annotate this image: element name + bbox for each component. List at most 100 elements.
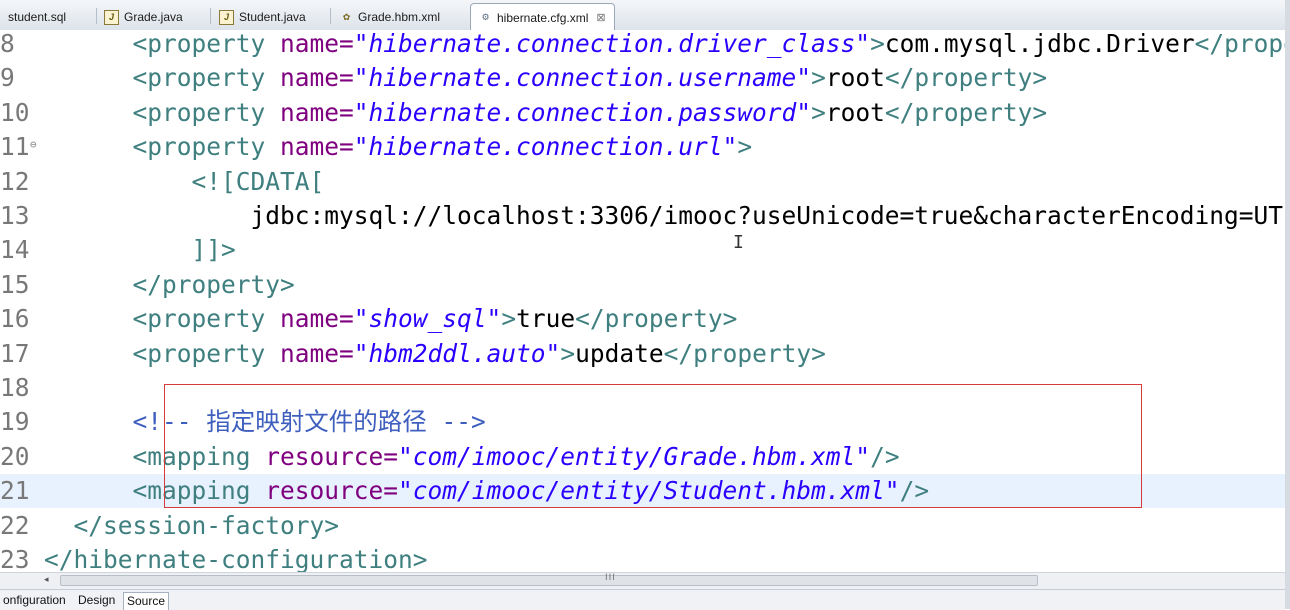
code-line[interactable]: 15 </property> bbox=[0, 268, 1285, 302]
token-attr: name= bbox=[280, 338, 354, 368]
fold-toggle-icon[interactable]: ⊖ bbox=[30, 130, 37, 160]
token-tag: > bbox=[811, 97, 826, 127]
line-number: 14 bbox=[0, 235, 30, 265]
token-val: "com/imooc/entity/Grade.hbm.xml" bbox=[398, 441, 871, 471]
code-text: <mapping resource="com/imooc/entity/Grad… bbox=[44, 440, 900, 474]
token-tag: > bbox=[501, 304, 517, 334]
scroll-thumb[interactable]: III bbox=[60, 573, 1038, 586]
token-val: "hibernate.connection.username" bbox=[353, 63, 812, 93]
scroll-left-icon[interactable]: ◂ bbox=[44, 575, 49, 585]
tab-grade-hbm-xml[interactable]: ✿ Grade.hbm.xml bbox=[340, 4, 440, 30]
token-tag: </property> bbox=[132, 269, 295, 299]
line-number: 22 bbox=[0, 510, 30, 540]
code-line[interactable]: 17 <property name="hbm2ddl.auto">update<… bbox=[0, 337, 1285, 371]
token-tag: > bbox=[560, 338, 576, 368]
token-tag: > bbox=[737, 132, 753, 162]
java-file-icon: J bbox=[219, 9, 234, 25]
window-edge bbox=[1285, 0, 1290, 609]
hbm-file-icon: ✿ bbox=[342, 11, 351, 22]
token-val: "hibernate.connection.url" bbox=[353, 132, 738, 162]
token-tag: </property> bbox=[884, 63, 1048, 93]
code-text: <property name="hbm2ddl.auto">update</pr… bbox=[44, 337, 826, 371]
code-line[interactable]: 14 ]]> bbox=[0, 233, 1285, 267]
code-line[interactable]: 22 </session-factory> bbox=[0, 509, 1285, 543]
code-line[interactable]: 21 <mapping resource="com/imooc/entity/S… bbox=[0, 474, 1285, 509]
token-attr: name= bbox=[280, 30, 354, 58]
token-txt: com.mysql.jdbc.Driver bbox=[884, 30, 1195, 58]
tab-separator bbox=[330, 8, 331, 24]
code-text: </session-factory> bbox=[44, 509, 340, 543]
line-number: 9 bbox=[0, 63, 15, 93]
line-number: 20 bbox=[0, 441, 30, 471]
token-tag: ]]> bbox=[191, 235, 236, 265]
token-attr: name= bbox=[280, 132, 354, 162]
code-line[interactable]: 11 ⊖ <property name="hibernate.connection… bbox=[0, 130, 1285, 164]
token-attr: name= bbox=[280, 63, 354, 93]
token-tag: > bbox=[870, 30, 885, 58]
code-text: jdbc:mysql://localhost:3306/imooc?useUni… bbox=[44, 199, 1285, 233]
line-number: 11 bbox=[0, 132, 30, 162]
code-line[interactable]: 18 bbox=[0, 371, 1285, 405]
text-cursor-icon: I bbox=[733, 232, 744, 253]
code-text: <!-- 指定映射文件的路径 --> bbox=[44, 405, 486, 439]
token-tag: </hibernate-configuration> bbox=[44, 545, 428, 572]
tab-student-java[interactable]: J Student.java bbox=[219, 4, 306, 30]
token-tag: <mapping bbox=[132, 476, 266, 506]
tab-label: Grade.hbm.xml bbox=[358, 10, 441, 24]
tab-hibernate-cfg-xml[interactable]: ⚙ hibernate.cfg.xml ⊠ bbox=[470, 3, 615, 31]
tab-label: Student.java bbox=[239, 10, 306, 24]
token-txt: jdbc:mysql://localhost:3306/imooc?useUni… bbox=[250, 201, 1285, 230]
code-line[interactable]: 12 <![CDATA[ bbox=[0, 165, 1285, 199]
token-tag: </property> bbox=[575, 304, 738, 334]
code-line[interactable]: 20 <mapping resource="com/imooc/entity/G… bbox=[0, 440, 1285, 474]
code-text: </property> bbox=[44, 268, 295, 302]
tab-student-sql[interactable]: student.sql bbox=[0, 4, 66, 30]
tab-label: hibernate.cfg.xml bbox=[497, 10, 589, 25]
code-line[interactable]: 23 </hibernate-configuration> bbox=[0, 543, 1285, 572]
xml-source-editor[interactable]: 8 <property name="hibernate.connection.d… bbox=[0, 30, 1285, 572]
tab-configuration[interactable]: onfiguration bbox=[0, 592, 69, 609]
code-text: <property name="show_sql">true</property… bbox=[44, 302, 738, 336]
grip-icon: III bbox=[605, 573, 616, 583]
code-text: </hibernate-configuration> bbox=[44, 543, 428, 572]
token-attr: resource= bbox=[265, 441, 399, 471]
code-line[interactable]: 16 <property name="show_sql">true</prope… bbox=[0, 302, 1285, 336]
token-tag: <property bbox=[132, 97, 281, 127]
code-line[interactable]: 19 <!-- 指定映射文件的路径 --> bbox=[0, 405, 1285, 439]
code-text: <property name="hibernate.connection.dri… bbox=[44, 30, 1285, 61]
tab-separator bbox=[96, 8, 97, 24]
tab-source[interactable]: Source bbox=[123, 592, 170, 610]
token-tag: </property> bbox=[663, 338, 826, 368]
code-line[interactable]: 8 <property name="hibernate.connection.d… bbox=[0, 30, 1285, 61]
line-number: 16 bbox=[0, 304, 30, 334]
token-tag: > bbox=[811, 63, 826, 93]
token-val: "com/imooc/entity/Student.hbm.xml" bbox=[398, 476, 900, 506]
line-number: 19 bbox=[0, 407, 30, 437]
code-line[interactable]: 10 <property name="hibernate.connection.… bbox=[0, 96, 1285, 130]
editor-tab-bar: student.sql J Grade.java J Student.java … bbox=[0, 0, 1290, 31]
token-tag: </property> bbox=[1194, 30, 1285, 58]
token-tag: /> bbox=[899, 476, 930, 506]
tab-label: Grade.java bbox=[124, 10, 183, 24]
code-line[interactable]: 9 <property name="hibernate.connection.u… bbox=[0, 61, 1285, 95]
close-icon[interactable]: ⊠ bbox=[596, 11, 605, 24]
horizontal-scrollbar[interactable]: ◂ III bbox=[0, 572, 1285, 589]
tab-design[interactable]: Design bbox=[75, 592, 118, 609]
token-tag: </property> bbox=[884, 97, 1048, 127]
token-tag: /> bbox=[870, 441, 900, 471]
token-txt: root bbox=[825, 63, 885, 93]
code-line[interactable]: 13 jdbc:mysql://localhost:3306/imooc?use… bbox=[0, 199, 1285, 233]
line-number: 12 bbox=[0, 166, 30, 196]
token-tag: </session-factory> bbox=[73, 510, 340, 540]
code-text: ]]> bbox=[44, 233, 236, 267]
tab-grade-java[interactable]: J Grade.java bbox=[104, 4, 183, 30]
token-val: "hibernate.connection.driver_class" bbox=[353, 30, 871, 58]
